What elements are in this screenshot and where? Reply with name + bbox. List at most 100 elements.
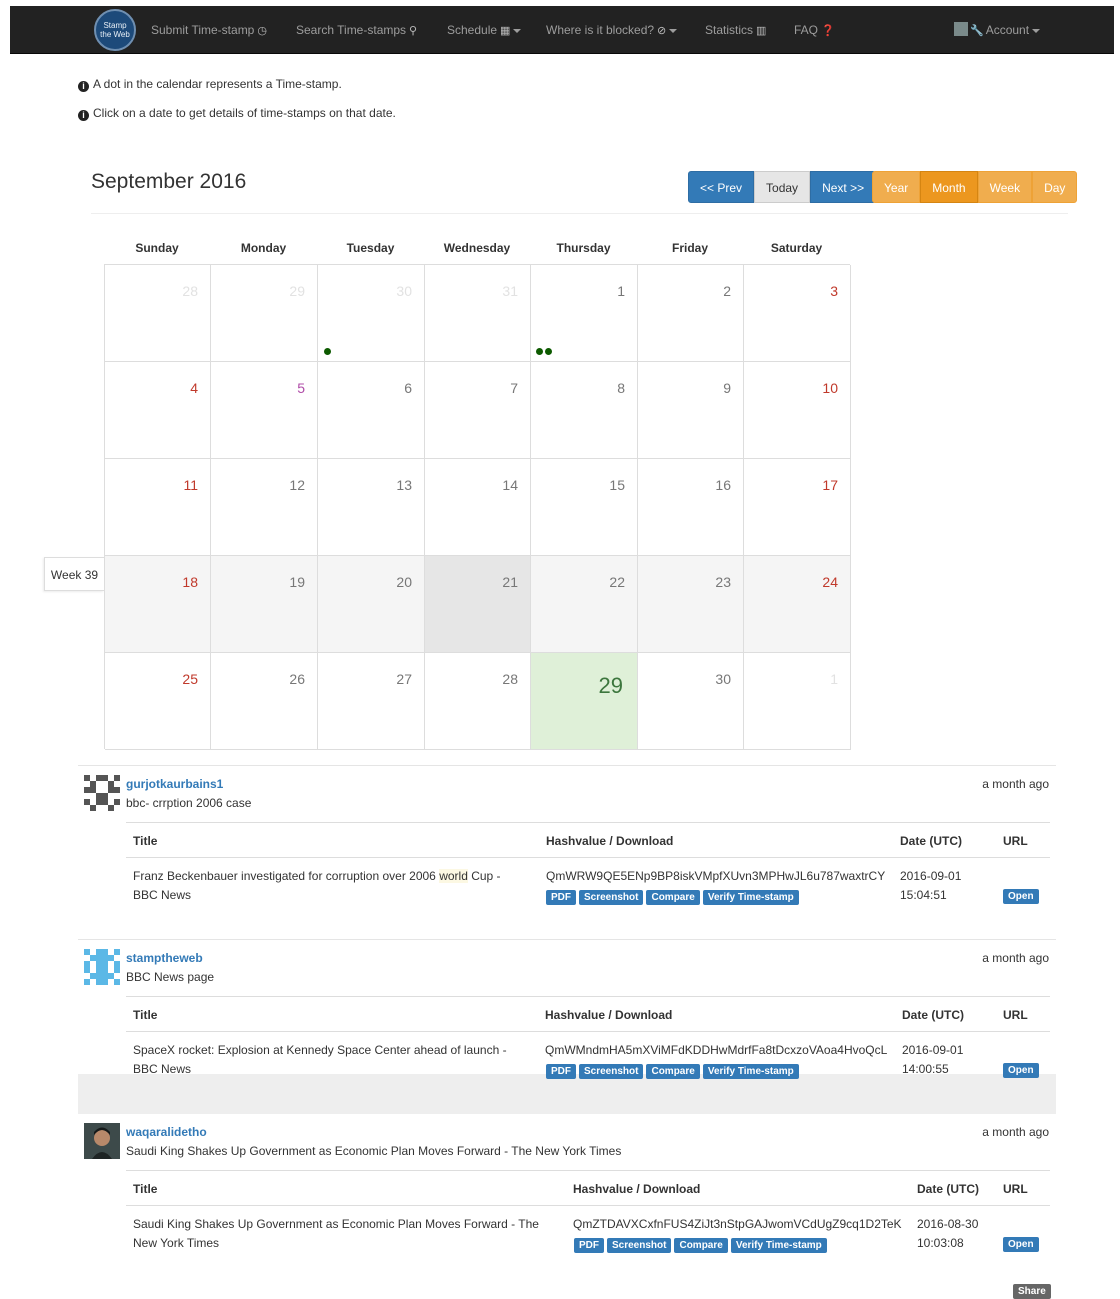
nav-faq[interactable]: FAQ ❓ <box>794 6 835 54</box>
day-number: 16 <box>715 477 731 493</box>
view-week-button[interactable]: Week <box>977 171 1033 203</box>
calendar-day-cell[interactable]: 15 <box>531 459 638 556</box>
calendar-day-cell[interactable]: 3 <box>744 265 851 362</box>
next-button[interactable]: Next >> <box>810 171 877 203</box>
entry-clock: 10:03:08 <box>917 1236 964 1250</box>
clock-icon: ◷ <box>257 25 267 37</box>
entry-download-actions: PDF Screenshot Compare Verify Time-stamp <box>574 1237 830 1253</box>
calendar-day-cell[interactable]: 27 <box>318 653 425 750</box>
verify-timestamp-button[interactable]: Verify Time-stamp <box>702 1064 799 1079</box>
screenshot-button[interactable]: Screenshot <box>579 1064 644 1079</box>
compare-button[interactable]: Compare <box>646 1064 700 1079</box>
day-number: 31 <box>502 283 518 299</box>
day-number: 27 <box>396 671 412 687</box>
calendar-day-cell[interactable]: 2 <box>638 265 744 362</box>
nav-schedule-dropdown[interactable]: Schedule ▦ <box>447 6 522 54</box>
pdf-button[interactable]: PDF <box>546 890 576 905</box>
calendar-day-cell[interactable]: 9 <box>638 362 744 459</box>
calendar-day-cell[interactable]: 30 <box>318 265 425 362</box>
calendar-day-cell[interactable]: 23 <box>638 556 744 653</box>
entry-username-link[interactable]: stamptheweb <box>126 951 203 965</box>
calendar-day-cell[interactable]: 4 <box>105 362 211 459</box>
share-button[interactable]: Share <box>1013 1284 1051 1299</box>
day-number: 2 <box>723 283 731 299</box>
open-url-button[interactable]: Open <box>1003 1063 1039 1078</box>
nav-statistics[interactable]: Statistics ▥ <box>705 6 766 54</box>
day-number: 8 <box>617 380 625 396</box>
calendar-day-cell[interactable]: 5 <box>211 362 318 459</box>
calendar-day-cell[interactable]: 19 <box>211 556 318 653</box>
day-number: 30 <box>715 671 731 687</box>
entry-username-link[interactable]: waqaralidetho <box>126 1125 207 1139</box>
calendar-day-cell[interactable]: 16 <box>638 459 744 556</box>
timestamp-dot[interactable] <box>545 348 552 355</box>
nav-search-timestamps[interactable]: Search Time-stamps ⚲ <box>296 6 417 54</box>
calendar-day-cell[interactable]: 17 <box>744 459 851 556</box>
calendar-day-cell[interactable]: 22 <box>531 556 638 653</box>
timestamp-dot[interactable] <box>536 348 543 355</box>
calendar-day-cell[interactable]: 8 <box>531 362 638 459</box>
calendar-day-cell[interactable]: 12 <box>211 459 318 556</box>
calendar-day-cell[interactable]: 21 <box>425 556 531 653</box>
timestamp-dot[interactable] <box>324 348 331 355</box>
week-number-label[interactable]: Week 39 <box>44 557 104 591</box>
calendar-day-cell[interactable]: 1 <box>531 265 638 362</box>
calendar-day-cell[interactable]: 28 <box>425 653 531 750</box>
calendar-day-cell[interactable]: 24 <box>744 556 851 653</box>
user-identicon-avatar <box>84 775 120 811</box>
today-button[interactable]: Today <box>754 171 811 203</box>
entry-page-title: SpaceX rocket: Explosion at Kennedy Spac… <box>133 1043 507 1076</box>
screenshot-button[interactable]: Screenshot <box>607 1238 672 1253</box>
pdf-button[interactable]: PDF <box>574 1238 604 1253</box>
day-number: 29 <box>598 673 623 698</box>
nav-where-blocked-dropdown[interactable]: Where is it blocked? ⊘ <box>546 6 678 54</box>
view-year-button[interactable]: Year <box>872 171 921 203</box>
calendar-day-cell[interactable]: 1 <box>744 653 851 750</box>
pdf-button[interactable]: PDF <box>546 1064 576 1079</box>
calendar-day-cell[interactable]: 31 <box>425 265 531 362</box>
compare-button[interactable]: Compare <box>674 1238 728 1253</box>
entry-description: BBC News page <box>126 970 215 984</box>
calendar-day-cell[interactable]: 13 <box>318 459 425 556</box>
calendar-day-cell[interactable]: 26 <box>211 653 318 750</box>
prev-button[interactable]: << Prev <box>688 171 755 203</box>
day-number: 11 <box>183 477 198 493</box>
calendar-day-cell-today[interactable]: 29 <box>531 653 638 750</box>
view-day-button[interactable]: Day <box>1032 171 1078 203</box>
calendar-day-cell[interactable]: 30 <box>638 653 744 750</box>
stamptheweb-logo[interactable]: Stamp the Web <box>94 9 136 51</box>
entry-date: 2016-09-01 <box>900 869 962 883</box>
screenshot-button[interactable]: Screenshot <box>579 890 644 905</box>
day-number: 1 <box>830 671 838 687</box>
calendar-day-cell[interactable]: 10 <box>744 362 851 459</box>
verify-timestamp-button[interactable]: Verify Time-stamp <box>730 1238 827 1253</box>
nav-submit-timestamp[interactable]: Submit Time-stamp ◷ <box>151 6 267 54</box>
user-photo-avatar <box>84 1123 120 1159</box>
nav-account-dropdown[interactable]: 🔧 Account <box>954 6 1041 54</box>
compare-button[interactable]: Compare <box>646 890 700 905</box>
open-url-button[interactable]: Open <box>1003 1237 1039 1252</box>
col-header-hash: Hashvalue / Download <box>545 1008 673 1022</box>
open-url-button[interactable]: Open <box>1003 889 1039 904</box>
calendar-day-cell[interactable]: 14 <box>425 459 531 556</box>
nav-submit-label: Submit Time-stamp <box>151 23 255 37</box>
nav-schedule-label: Schedule <box>447 23 498 37</box>
col-header-hash: Hashvalue / Download <box>546 834 674 848</box>
calendar-day-cell[interactable]: 25 <box>105 653 211 750</box>
calendar-day-cell[interactable]: 7 <box>425 362 531 459</box>
top-navbar: Stamp the Web Submit Time-stamp ◷ Search … <box>10 6 1114 54</box>
info-circle-icon: i <box>78 81 89 92</box>
calendar-day-cell[interactable]: 18 <box>105 556 211 653</box>
calendar-nav-buttons: << Prev Today Next >> <box>688 171 877 203</box>
calendar-day-cell[interactable]: 29 <box>211 265 318 362</box>
calendar-day-cell[interactable]: 28 <box>105 265 211 362</box>
day-number: 6 <box>404 380 412 396</box>
entry-username-link[interactable]: gurjotkaurbains1 <box>126 777 223 791</box>
calendar-day-cell[interactable]: 6 <box>318 362 425 459</box>
calendar-day-cell[interactable]: 20 <box>318 556 425 653</box>
day-number: 28 <box>502 671 518 687</box>
calendar-day-cell[interactable]: 11 <box>105 459 211 556</box>
view-month-button[interactable]: Month <box>920 171 978 203</box>
verify-timestamp-button[interactable]: Verify Time-stamp <box>702 890 799 905</box>
day-number: 10 <box>822 380 838 396</box>
